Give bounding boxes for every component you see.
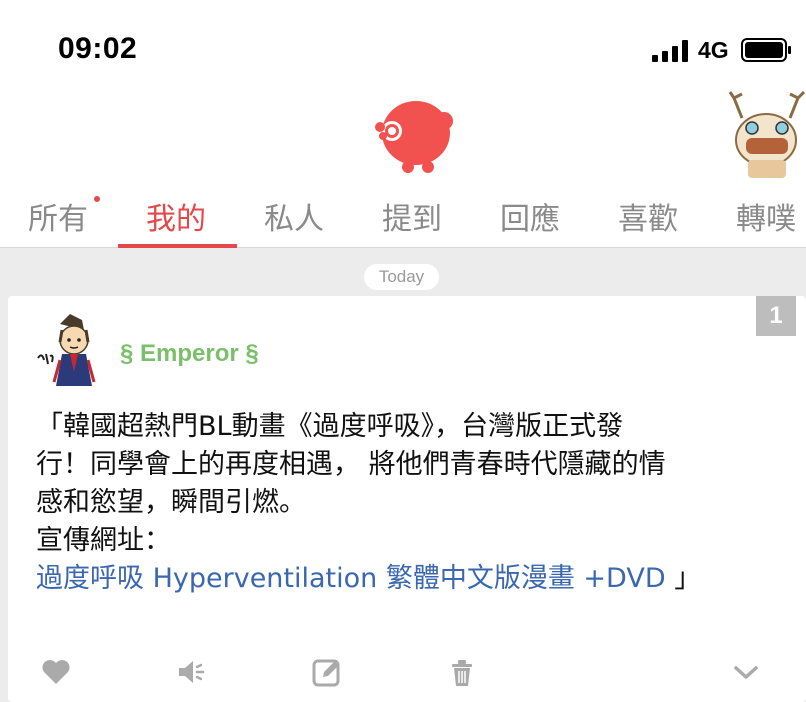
- post-text-line: 宣傳網址：: [36, 525, 171, 556]
- post-text-line: 「韓國超熱門BL動畫《過度呼吸》，台灣版正式發: [36, 411, 624, 442]
- network-label: 4G: [698, 37, 729, 63]
- post-author[interactable]: § Emperor §: [120, 340, 259, 368]
- avatar[interactable]: [30, 312, 110, 388]
- closing-quote: 」: [674, 563, 702, 594]
- tab-mentions[interactable]: 提到: [382, 194, 442, 238]
- tab-bar: 所有 我的 私人 提到 回應 喜歡 轉噗: [0, 188, 806, 248]
- date-separator: Today: [364, 264, 439, 290]
- battery-icon: [741, 38, 791, 62]
- post-text-line: 感和慾望，瞬間引燃。: [36, 487, 306, 518]
- tab-responses[interactable]: 回應: [500, 194, 560, 238]
- post-text-line: 過度呼吸 Hyperventilation 繁體中文版漫畫 +DVD 」: [36, 560, 776, 598]
- promo-link[interactable]: 過度呼吸 Hyperventilation 繁體中文版漫畫 +DVD: [36, 563, 666, 594]
- status-bar: 09:02 4G: [0, 0, 806, 88]
- mascot-icon: [728, 90, 806, 178]
- heart-icon[interactable]: [40, 656, 72, 688]
- edit-icon[interactable]: [311, 656, 343, 688]
- plurk-logo-icon: [375, 101, 453, 173]
- trash-icon[interactable]: [446, 656, 478, 688]
- tab-replurks[interactable]: 轉噗: [736, 194, 796, 238]
- chevron-down-icon[interactable]: [730, 656, 762, 688]
- post-text-line: 行！同學會上的再度相遇， 將他們青春時代隱藏的情: [36, 449, 666, 480]
- app-header: 所有 我的 私人 提到 回應 喜歡 轉噗: [0, 88, 806, 248]
- mute-icon[interactable]: [176, 656, 208, 688]
- signal-icon: [652, 40, 688, 62]
- tab-private[interactable]: 私人: [264, 194, 324, 238]
- active-tab-indicator: [118, 244, 237, 248]
- post-actions: [0, 656, 806, 696]
- tab-likes[interactable]: 喜歡: [618, 194, 678, 238]
- tab-all[interactable]: 所有: [28, 194, 88, 238]
- unread-dot: [94, 196, 100, 202]
- post-content: 「韓國超熱門BL動畫《過度呼吸》，台灣版正式發 行！同學會上的再度相遇， 將他們…: [36, 408, 776, 598]
- response-count-badge[interactable]: 1: [756, 296, 796, 336]
- tab-mine[interactable]: 我的: [146, 194, 206, 238]
- status-time: 09:02: [58, 32, 138, 65]
